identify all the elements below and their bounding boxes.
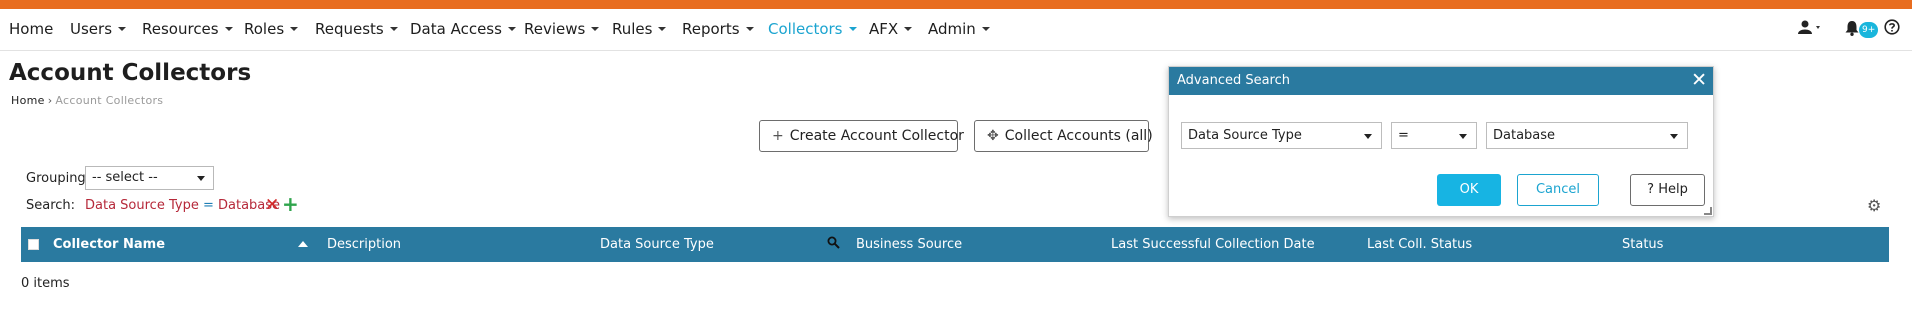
create-account-collector-button[interactable]: + Create Account Collector: [759, 120, 964, 152]
sort-ascending-icon[interactable]: [298, 241, 308, 247]
nav-afx[interactable]: AFX: [869, 20, 913, 38]
caret-down-icon: [904, 26, 913, 31]
plus-icon: +: [772, 128, 784, 144]
button-label: Create Account Collector: [789, 128, 964, 144]
search-field-select[interactable]: Data Source Type: [1181, 122, 1382, 149]
caret-down-icon: [118, 26, 127, 31]
nav-resources[interactable]: Resources: [142, 20, 233, 38]
caret-down-icon: [290, 26, 299, 31]
select-all-checkbox[interactable]: [28, 239, 39, 250]
breadcrumb-home-link[interactable]: Home: [11, 94, 45, 107]
search-field-value: Data Source Type: [1188, 128, 1302, 143]
search-icon: [827, 236, 840, 249]
search-label: Search:: [26, 198, 76, 213]
nav-label: Rules: [612, 20, 653, 38]
nav-label: Users: [70, 20, 113, 38]
dialog-title: Advanced Search: [1177, 73, 1291, 88]
cancel-button[interactable]: Cancel: [1517, 174, 1599, 206]
resize-handle-icon[interactable]: [1704, 207, 1712, 215]
search-operator-select[interactable]: =: [1391, 122, 1477, 149]
caret-down-icon: [658, 26, 667, 31]
help-button[interactable]: [1884, 19, 1900, 39]
caret-down-icon: [507, 26, 516, 31]
help-button-label: Help: [1658, 182, 1688, 197]
filter-field: Data Source Type: [85, 198, 199, 213]
caret-down-icon: [745, 26, 754, 31]
column-header-description[interactable]: Description: [327, 237, 401, 252]
help-button[interactable]: ? Help: [1630, 174, 1705, 206]
grouping-select[interactable]: -- select --: [85, 166, 214, 190]
search-filter-expression[interactable]: Data Source Type = Database: [85, 198, 280, 213]
close-icon[interactable]: ✕: [1691, 69, 1707, 91]
caret-down-icon: [981, 26, 990, 31]
nav-label: Resources: [142, 20, 219, 38]
chevron-down-icon: [1459, 134, 1467, 139]
nav-collectors[interactable]: Collectors: [768, 20, 857, 38]
search-value-value: Database: [1493, 128, 1556, 143]
caret-down-icon: [591, 26, 600, 31]
chevron-down-icon: [1364, 134, 1372, 139]
nav-label: Roles: [244, 20, 285, 38]
filter-operator: =: [202, 198, 214, 213]
chevron-down-icon: [1670, 134, 1678, 139]
nav-label: Data Access: [410, 20, 502, 38]
nav-label: Reports: [682, 20, 740, 38]
dialog-title-bar[interactable]: Advanced Search ✕: [1169, 67, 1713, 95]
column-header-business-source[interactable]: Business Source: [856, 237, 962, 252]
notifications-button[interactable]: [1845, 20, 1859, 40]
breadcrumb-separator: ›: [47, 94, 53, 107]
table-header: Collector Name Description Data Source T…: [21, 227, 1889, 262]
column-header-last-coll-status[interactable]: Last Coll. Status: [1367, 237, 1472, 252]
nav-home[interactable]: Home: [9, 20, 53, 38]
caret-down-icon: [224, 26, 233, 31]
nav-roles[interactable]: Roles: [244, 20, 299, 38]
collect-icon: ✥: [987, 128, 999, 144]
advanced-search-dialog: Advanced Search ✕ Data Source Type = Dat…: [1168, 66, 1714, 217]
nav-label: Collectors: [768, 20, 843, 38]
nav-reviews[interactable]: Reviews: [524, 20, 600, 38]
nav-data-access[interactable]: Data Access: [410, 20, 516, 38]
button-label: Collect Accounts (all): [1004, 128, 1153, 144]
main-navbar: Home Users Resources Roles Requests Data…: [0, 9, 1912, 51]
user-menu-button[interactable]: [1798, 20, 1824, 38]
nav-label: Requests: [315, 20, 384, 38]
nav-rules[interactable]: Rules: [612, 20, 667, 38]
user-icon: [1798, 20, 1820, 34]
caret-down-icon: [848, 26, 857, 31]
ok-button[interactable]: OK: [1437, 174, 1501, 206]
search-operator-value: =: [1398, 128, 1409, 143]
caret-down-icon: [389, 26, 398, 31]
remove-filter-icon[interactable]: ✕: [265, 195, 279, 215]
add-filter-icon[interactable]: +: [282, 192, 299, 216]
column-header-last-successful-collection-date[interactable]: Last Successful Collection Date: [1111, 237, 1315, 252]
nav-label: Admin: [928, 20, 976, 38]
column-header-status[interactable]: Status: [1622, 237, 1663, 252]
nav-label: AFX: [869, 20, 899, 38]
nav-users[interactable]: Users: [70, 20, 127, 38]
question-mark-icon: ?: [1647, 182, 1655, 197]
grouping-select-value: -- select --: [92, 170, 158, 185]
items-count: 0 items: [21, 276, 70, 291]
bell-icon: [1845, 21, 1859, 36]
gear-icon[interactable]: ⚙: [1867, 196, 1881, 215]
breadcrumb: Home › Account Collectors: [11, 94, 163, 107]
column-search-icon[interactable]: [827, 236, 840, 253]
help-circle-icon: [1884, 19, 1900, 35]
collect-accounts-button[interactable]: ✥ Collect Accounts (all): [974, 120, 1153, 152]
nav-requests[interactable]: Requests: [315, 20, 398, 38]
column-header-data-source-type[interactable]: Data Source Type: [600, 237, 714, 252]
nav-label: Home: [9, 20, 54, 38]
chevron-down-icon: [197, 176, 205, 181]
nav-reports[interactable]: Reports: [682, 20, 754, 38]
grouping-label: Grouping:: [26, 171, 91, 186]
brand-bar: [0, 0, 1912, 9]
breadcrumb-current: Account Collectors: [55, 94, 164, 107]
page-title: Account Collectors: [9, 60, 252, 86]
notification-badge: 9+: [1859, 22, 1879, 38]
nav-label: Reviews: [524, 20, 586, 38]
column-header-collector-name[interactable]: Collector Name: [53, 237, 165, 252]
nav-admin[interactable]: Admin: [928, 20, 990, 38]
search-value-select[interactable]: Database: [1486, 122, 1688, 149]
